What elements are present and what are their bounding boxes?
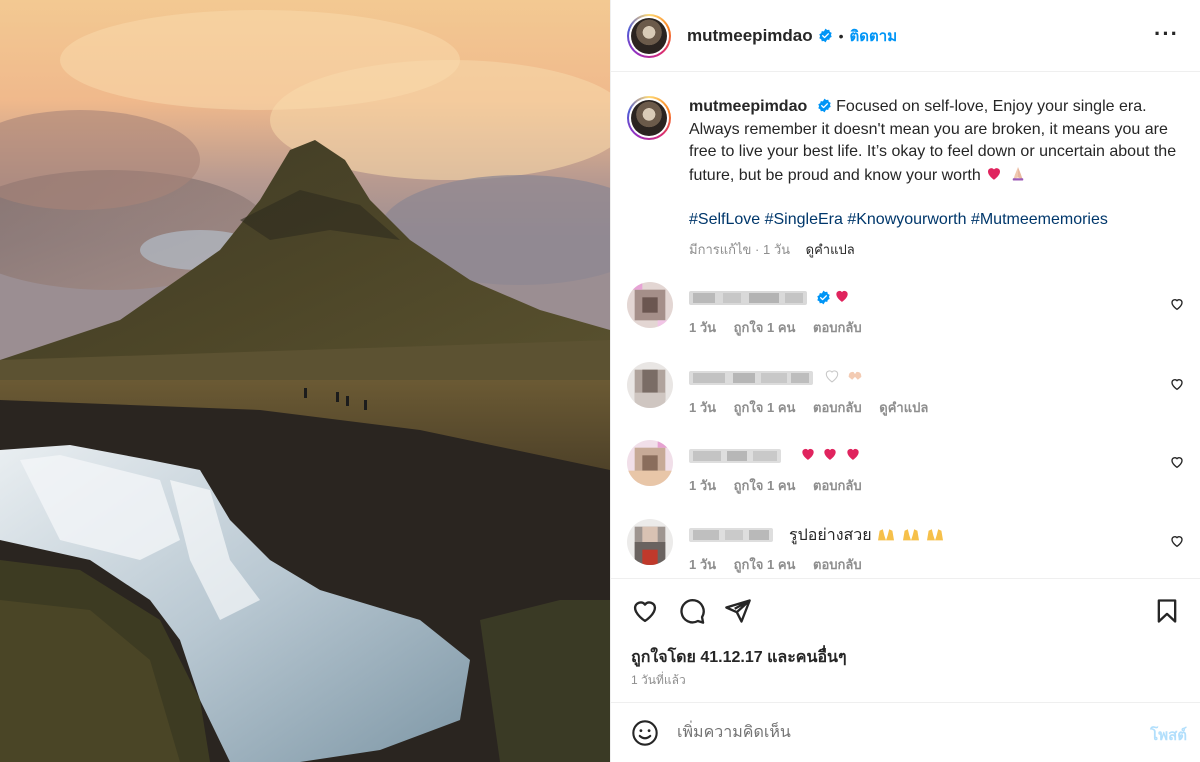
- red-heart-icon: [847, 448, 859, 460]
- landscape-image: [0, 0, 610, 762]
- caption-age: 1 วัน: [762, 241, 791, 257]
- bookmark-icon[interactable]: [1153, 597, 1181, 625]
- comment-like-heart-icon[interactable]: [1169, 454, 1185, 470]
- blurred-commenter-name[interactable]: [689, 449, 781, 463]
- smiley-icon[interactable]: [631, 719, 659, 747]
- raising-hands-icon: [878, 529, 895, 541]
- blurred-avatar-icon: [627, 362, 673, 408]
- separator-dot: •: [838, 27, 844, 44]
- reply-button[interactable]: ตอบกลับ: [813, 478, 862, 493]
- red-heart-icon: [988, 167, 1001, 180]
- comment-age: 1 วัน: [689, 478, 717, 493]
- comment-like-heart-icon[interactable]: [1169, 533, 1185, 549]
- blurred-commenter-name[interactable]: [689, 291, 807, 305]
- blurred-commenter-name[interactable]: [689, 371, 813, 385]
- comment-translate-link[interactable]: ดูคำแปล: [879, 400, 928, 415]
- comment-text: [799, 445, 862, 465]
- comment-likes[interactable]: ถูกใจ 1 คน: [734, 478, 796, 493]
- verified-badge-icon: [818, 98, 831, 113]
- caption-hashtags[interactable]: #SelfLove #SingleEra #Knowyourworth #Mut…: [689, 209, 1184, 232]
- post-details-panel: mutmeepimdao • ติดตาม ··· mutmeepimdao F…: [610, 0, 1200, 762]
- caption-meta: มีการแก้ไข · 1 วัน ดูคำแปล: [689, 241, 855, 257]
- author-avatar[interactable]: [627, 13, 671, 58]
- more-options-icon[interactable]: ···: [1154, 23, 1179, 45]
- blurred-avatar-icon: [627, 282, 673, 328]
- post-comment-button[interactable]: โพสต์: [1150, 723, 1187, 747]
- add-comment-bar: โพสต์: [611, 702, 1200, 762]
- caption-avatar[interactable]: [627, 96, 671, 140]
- comment-text: [823, 367, 865, 387]
- comment-item: 1 วัน ถูกใจ 1 คน ตอบกลับ: [627, 282, 1187, 342]
- post-actions: ถูกใจโดย 41.12.17 และคนอื่นๆ 1 วันที่แล้…: [611, 578, 1200, 702]
- red-heart-icon: [836, 290, 848, 302]
- verified-badge-icon: [818, 28, 832, 43]
- post-time: 1 วันที่แล้ว: [631, 673, 686, 687]
- comment-likes[interactable]: ถูกใจ 1 คน: [734, 557, 796, 572]
- comment-item: รูปอย่างสวย 1 วัน ถูกใจ 1 คน ตอบกลับ: [627, 519, 1187, 579]
- comment-meta: 1 วัน ถูกใจ 1 คน ตอบกลับ: [689, 475, 876, 496]
- commenter-avatar[interactable]: [627, 440, 673, 486]
- folded-hands-icon: [1012, 166, 1023, 180]
- comment-text: รูปอย่างสวย: [789, 523, 945, 548]
- comment-meta: 1 วัน ถูกใจ 1 คน ตอบกลับ ดูคำแปล: [689, 397, 942, 418]
- red-heart-icon: [824, 448, 837, 460]
- caption-username[interactable]: mutmeepimdao: [689, 98, 807, 115]
- post-caption: mutmeepimdao Focused on self-love, Enjoy…: [627, 96, 1187, 261]
- heart-icon[interactable]: [631, 597, 659, 625]
- red-heart-icon: [802, 448, 814, 460]
- reply-button[interactable]: ตอบกลับ: [813, 320, 862, 335]
- comment-like-heart-icon[interactable]: [1169, 376, 1185, 392]
- comment-like-heart-icon[interactable]: [1169, 296, 1185, 312]
- white-heart-icon: [825, 370, 839, 383]
- raising-hands-icon: [927, 529, 944, 541]
- comment-icon[interactable]: [678, 597, 706, 625]
- likes-summary[interactable]: ถูกใจโดย 41.12.17 และคนอื่นๆ: [631, 645, 847, 670]
- post-photo[interactable]: [0, 0, 610, 762]
- comment-text-content: รูปอย่างสวย: [789, 527, 872, 544]
- verified-badge-icon: [817, 290, 830, 305]
- comment-meta: 1 วัน ถูกใจ 1 คน ตอบกลับ: [689, 554, 876, 575]
- comment-meta: 1 วัน ถูกใจ 1 คน ตอบกลับ: [689, 317, 876, 338]
- author-username[interactable]: mutmeepimdao: [687, 26, 813, 46]
- blurred-avatar-icon: [627, 519, 673, 565]
- caption-text-block: mutmeepimdao Focused on self-love, Enjoy…: [689, 96, 1184, 187]
- raising-hands-icon: [902, 529, 919, 541]
- follow-button[interactable]: ติดตาม: [850, 24, 898, 48]
- commenter-avatar[interactable]: [627, 519, 673, 565]
- blurred-avatar-icon: [627, 440, 673, 486]
- heart-hands-icon: [849, 371, 862, 380]
- translate-link[interactable]: ดูคำแปล: [806, 242, 855, 257]
- comment-item: 1 วัน ถูกใจ 1 คน ตอบกลับ: [627, 440, 1187, 500]
- comment-age: 1 วัน: [689, 400, 717, 415]
- comment-age: 1 วัน: [689, 320, 717, 335]
- share-icon[interactable]: [724, 597, 752, 625]
- comment-likes[interactable]: ถูกใจ 1 คน: [734, 400, 796, 415]
- edited-label: มีการแก้ไข: [689, 241, 752, 257]
- commenter-avatar[interactable]: [627, 282, 673, 328]
- comment-likes[interactable]: ถูกใจ 1 คน: [734, 320, 796, 335]
- blurred-commenter-name[interactable]: [689, 528, 773, 542]
- reply-button[interactable]: ตอบกลับ: [813, 400, 862, 415]
- comment-item: 1 วัน ถูกใจ 1 คน ตอบกลับ ดูคำแปล: [627, 362, 1187, 422]
- commenter-avatar[interactable]: [627, 362, 673, 408]
- reply-button[interactable]: ตอบกลับ: [813, 557, 862, 572]
- comment-text: [833, 287, 851, 307]
- comment-age: 1 วัน: [689, 557, 717, 572]
- post-header: mutmeepimdao • ติดตาม ···: [611, 0, 1200, 72]
- comment-input[interactable]: [677, 717, 1117, 749]
